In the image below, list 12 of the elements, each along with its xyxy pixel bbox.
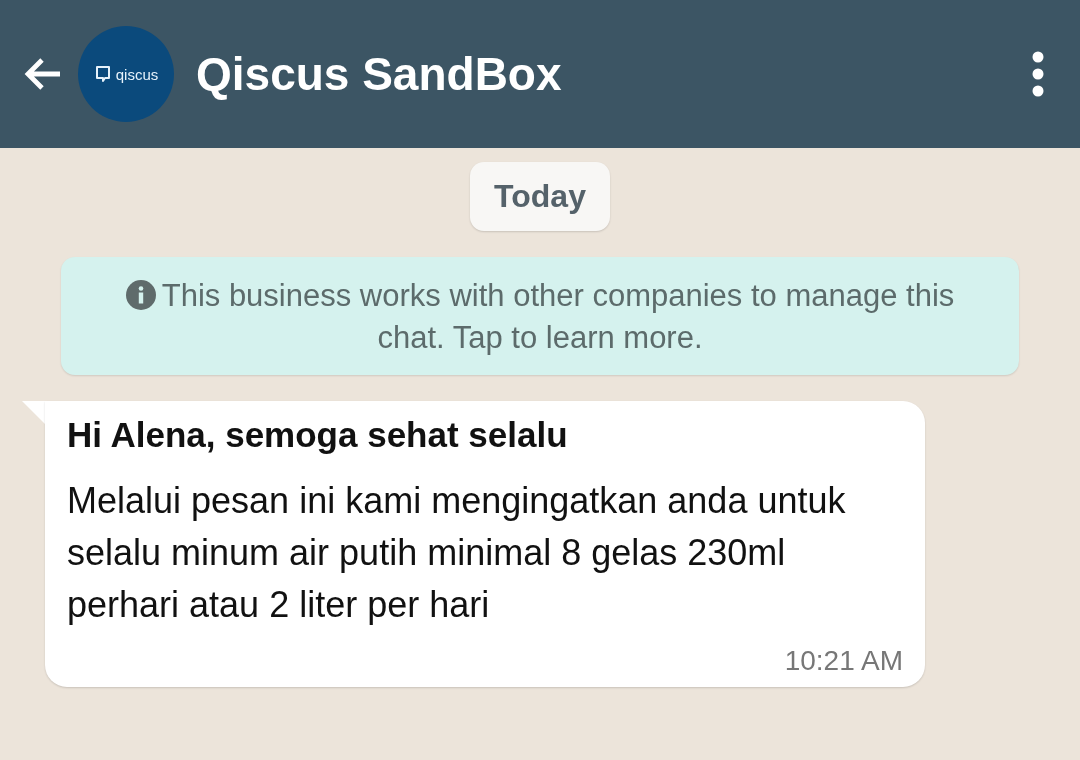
info-notice[interactable]: This business works with other companies to manage this chat. Tap to learn more.	[61, 257, 1019, 375]
message-time: 10:21 AM	[784, 645, 903, 677]
menu-icon[interactable]	[1032, 51, 1044, 97]
date-chip: Today	[470, 162, 610, 231]
message-text: Melalui pesan ini kami mengingatkan anda untuk selalu minum air putih minimal 8 gelas 230ml perhari atau 2 liter per hari	[67, 479, 847, 627]
chat-bubble-icon	[93, 65, 112, 83]
logo-text: qiscus	[115, 65, 159, 83]
chat-title: Qiscus SandBox	[196, 47, 563, 101]
notice-text: This business works with other companies to manage this chat. Tap to learn more.	[161, 278, 955, 355]
message-title: Hi Alena, semoga sehat selalu	[67, 415, 569, 455]
info-icon	[125, 280, 156, 310]
avatar[interactable]: qiscus	[78, 26, 174, 122]
